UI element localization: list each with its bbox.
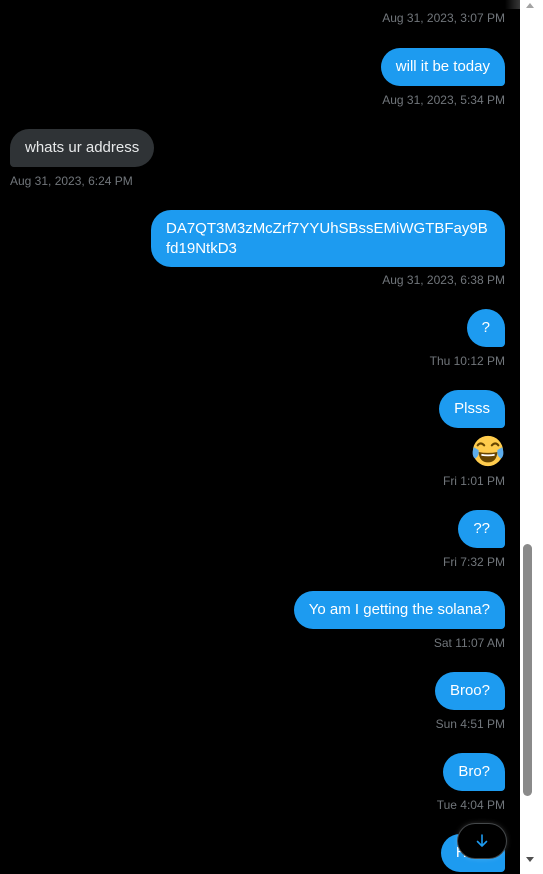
message-timestamp: Aug 31, 2023, 5:34 PM bbox=[382, 93, 505, 107]
scrollbar-thumb[interactable] bbox=[523, 544, 532, 796]
message-timestamp: Aug 31, 2023, 6:24 PM bbox=[10, 174, 133, 188]
message-timestamp: Tue 4:04 PM bbox=[436, 798, 505, 812]
outgoing-message-bubble[interactable]: Bro? bbox=[443, 753, 505, 791]
message-timestamp: Sat 11:07 AM bbox=[433, 636, 505, 650]
message-timestamp: Aug 31, 2023, 3:07 PM bbox=[382, 11, 505, 25]
message-timestamp: Aug 31, 2023, 6:38 PM bbox=[382, 273, 505, 287]
outgoing-message-bubble[interactable]: DA7QT3M3zMcZrf7YYUhSBssEMiWGTBFay9Bfd19N… bbox=[151, 210, 505, 267]
message-timestamp: Fri 1:01 PM bbox=[442, 474, 505, 488]
outgoing-message-bubble[interactable]: ?? bbox=[458, 510, 505, 548]
scroll-up-arrow-icon[interactable] bbox=[526, 3, 534, 8]
vertical-scrollbar[interactable] bbox=[520, 0, 543, 874]
message-timestamp: Fri 7:32 PM bbox=[442, 555, 505, 569]
message-timestamp: Thu 10:12 PM bbox=[429, 354, 505, 368]
message-timestamp: Sun 4:51 PM bbox=[435, 717, 505, 731]
arrow-down-icon bbox=[476, 834, 488, 847]
scroll-to-bottom-button[interactable] bbox=[458, 824, 506, 858]
incoming-message-bubble[interactable]: whats ur address bbox=[10, 129, 155, 167]
outgoing-message-bubble[interactable]: Plsss bbox=[439, 390, 505, 428]
conversation-thread[interactable]: Aug 31, 2023, 3:07 PM will it be today A… bbox=[0, 0, 520, 874]
scroll-down-arrow-icon[interactable] bbox=[526, 857, 534, 862]
outgoing-message-bubble[interactable]: will it be today bbox=[380, 48, 505, 86]
outgoing-message-bubble[interactable]: Broo? bbox=[434, 672, 505, 710]
face-with-tears-of-joy-icon[interactable] bbox=[471, 434, 505, 468]
outgoing-message-bubble[interactable]: ? bbox=[466, 309, 505, 347]
outgoing-message-bubble[interactable]: Yo am I getting the solana? bbox=[293, 591, 505, 629]
